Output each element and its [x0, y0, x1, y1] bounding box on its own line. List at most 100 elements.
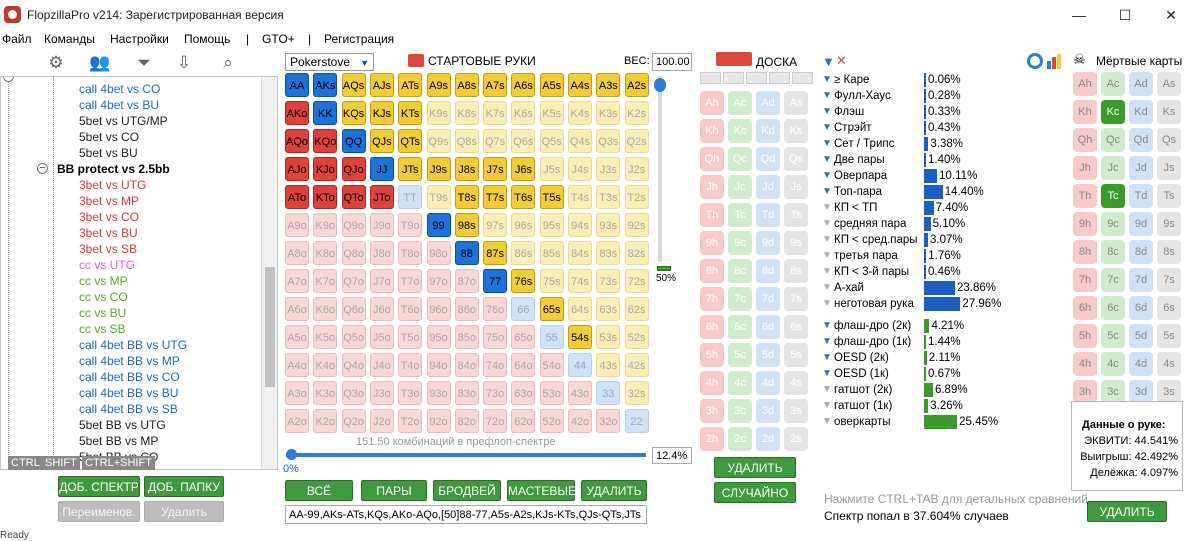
hand-cell-Q8s[interactable]: Q8s: [454, 129, 479, 153]
stat-filter-icon[interactable]: ▼: [822, 107, 832, 117]
hand-cell-J4o[interactable]: J4o: [369, 353, 394, 377]
tree-item[interactable]: 5bet vs BU: [79, 145, 138, 161]
dead-card-5c[interactable]: 5c: [1101, 324, 1125, 348]
hand-cell-A9s[interactable]: A9s: [426, 73, 451, 97]
hand-cell-KTo[interactable]: KTo: [313, 185, 338, 209]
dead-card-8c[interactable]: 8c: [1101, 240, 1125, 264]
dead-card-6d[interactable]: 6d: [1129, 296, 1153, 320]
hand-cell-QJo[interactable]: QJo: [341, 157, 366, 181]
dead-card-Ah[interactable]: Ah: [1073, 72, 1097, 96]
hand-cell-J2s[interactable]: J2s: [624, 157, 649, 181]
dead-card-7d[interactable]: 7d: [1129, 268, 1153, 292]
stat-row[interactable]: ▼ гатшот (2к) 6.89%: [822, 382, 1082, 398]
board-slot[interactable]: [723, 72, 744, 84]
menu-help[interactable]: Помощь: [184, 32, 230, 46]
hand-cell-T9o[interactable]: T9o: [398, 213, 423, 237]
board-card-2d[interactable]: 2d: [756, 427, 780, 451]
board-card-3s[interactable]: 3s: [784, 399, 808, 423]
dead-card-Th[interactable]: Th: [1073, 184, 1097, 208]
hand-cell-AQs[interactable]: AQs: [341, 73, 366, 97]
board-card-Td[interactable]: Td: [756, 203, 780, 227]
hand-cell-62o[interactable]: 62o: [511, 409, 536, 433]
board-card-Ah[interactable]: Ah: [700, 91, 724, 115]
settings-gear-icon[interactable]: ⚙: [44, 53, 68, 73]
hand-cell-ATs[interactable]: ATs: [398, 73, 423, 97]
board-card-2h[interactable]: 2h: [700, 427, 724, 451]
dead-card-Js[interactable]: Js: [1157, 156, 1181, 180]
board-card-Tc[interactable]: Tc: [728, 203, 752, 227]
hand-cell-85s[interactable]: 85s: [539, 241, 564, 265]
collapse-toggle-icon[interactable]: −: [37, 163, 48, 174]
add-folder-button[interactable]: ДОБ. ПАПКУ: [144, 476, 224, 497]
stat-row[interactable]: ▼ неготовая рука 27.96%: [822, 296, 1082, 312]
hand-cell-K6o[interactable]: K6o: [313, 297, 338, 321]
hand-cell-K5s[interactable]: K5s: [539, 101, 564, 125]
dead-card-Kc[interactable]: Kc: [1101, 100, 1125, 124]
hand-cell-T5s[interactable]: T5s: [539, 185, 564, 209]
filter-icon[interactable]: ▼: [822, 54, 835, 69]
hand-cell-T6s[interactable]: T6s: [511, 185, 536, 209]
stat-row[interactable]: ▼ КП < 3-й пары 0.46%: [822, 264, 1082, 280]
board-card-4s[interactable]: 4s: [784, 371, 808, 395]
tree-item[interactable]: cc vs SB: [79, 321, 126, 337]
stat-row[interactable]: ▼ Флэш 0.33%: [822, 104, 1082, 120]
menu-gto[interactable]: GTO+: [262, 32, 295, 46]
board-card-9d[interactable]: 9d: [756, 231, 780, 255]
hand-cell-T7s[interactable]: T7s: [483, 185, 508, 209]
tree-item[interactable]: call 4bet BB vs CO: [79, 369, 180, 385]
hand-cell-84o[interactable]: 84o: [454, 353, 479, 377]
board-card-8d[interactable]: 8d: [756, 259, 780, 283]
hand-cell-AQo[interactable]: AQo: [285, 129, 309, 153]
dead-card-Qs[interactable]: Qs: [1157, 128, 1181, 152]
board-card-Th[interactable]: Th: [700, 203, 724, 227]
select-all-button[interactable]: ВСЁ: [285, 480, 353, 501]
hand-cell-K8o[interactable]: K8o: [313, 241, 338, 265]
stat-row[interactable]: ▼ КП < сред.пары 3.07%: [822, 232, 1082, 248]
hand-cell-K9o[interactable]: K9o: [313, 213, 338, 237]
hand-cell-74s[interactable]: 74s: [568, 269, 592, 293]
dead-card-Qd[interactable]: Qd: [1129, 128, 1153, 152]
hand-cell-T5o[interactable]: T5o: [398, 325, 423, 349]
board-card-As[interactable]: As: [784, 91, 808, 115]
hand-cell-77[interactable]: 77: [483, 269, 508, 293]
tree-item[interactable]: 3bet vs MP: [79, 193, 139, 209]
hand-cell-T9s[interactable]: T9s: [426, 185, 451, 209]
range-slider-thumb[interactable]: [286, 449, 297, 460]
hand-cell-ATo[interactable]: ATo: [285, 185, 309, 209]
hand-cell-92o[interactable]: 92o: [426, 409, 451, 433]
dead-card-7c[interactable]: 7c: [1101, 268, 1125, 292]
dead-card-8h[interactable]: 8h: [1073, 240, 1097, 264]
hand-cell-K4o[interactable]: K4o: [313, 353, 338, 377]
stat-filter-icon[interactable]: ▼: [822, 283, 832, 293]
board-card-Jc[interactable]: Jc: [728, 175, 752, 199]
hand-cell-98s[interactable]: 98s: [454, 213, 479, 237]
hand-cell-95o[interactable]: 95o: [426, 325, 451, 349]
hand-cell-Q2s[interactable]: Q2s: [624, 129, 649, 153]
hand-cell-Q6s[interactable]: Q6s: [511, 129, 536, 153]
stat-filter-icon[interactable]: ▼: [822, 75, 832, 85]
hand-cell-AJs[interactable]: AJs: [369, 73, 394, 97]
hand-cell-94o[interactable]: 94o: [426, 353, 451, 377]
hand-cell-96s[interactable]: 96s: [511, 213, 536, 237]
hand-cell-K4s[interactable]: K4s: [568, 101, 592, 125]
stat-row[interactable]: ▼ Две пары 1.40%: [822, 152, 1082, 168]
hand-cell-K7s[interactable]: K7s: [483, 101, 508, 125]
hand-cell-63s[interactable]: 63s: [596, 297, 621, 321]
hand-cell-72o[interactable]: 72o: [483, 409, 508, 433]
minimize-button[interactable]: —: [1056, 0, 1102, 30]
hand-cell-95s[interactable]: 95s: [539, 213, 564, 237]
hand-cell-QQ[interactable]: QQ: [341, 129, 366, 153]
hand-cell-T8s[interactable]: T8s: [454, 185, 479, 209]
board-card-Js[interactable]: Js: [784, 175, 808, 199]
hand-cell-K5o[interactable]: K5o: [313, 325, 338, 349]
hand-cell-T4s[interactable]: T4s: [568, 185, 592, 209]
hand-cell-AJo[interactable]: AJo: [285, 157, 309, 181]
stat-row[interactable]: ▼ Стрэйт 0.43%: [822, 120, 1082, 136]
stat-filter-icon[interactable]: ▼: [822, 267, 832, 277]
weight-input[interactable]: 100.00: [652, 53, 692, 71]
dead-card-6c[interactable]: 6c: [1101, 296, 1125, 320]
board-card-7s[interactable]: 7s: [784, 287, 808, 311]
hand-cell-53o[interactable]: 53o: [539, 381, 564, 405]
hand-cell-A7s[interactable]: A7s: [483, 73, 508, 97]
hand-cell-AA[interactable]: AA: [285, 73, 309, 97]
